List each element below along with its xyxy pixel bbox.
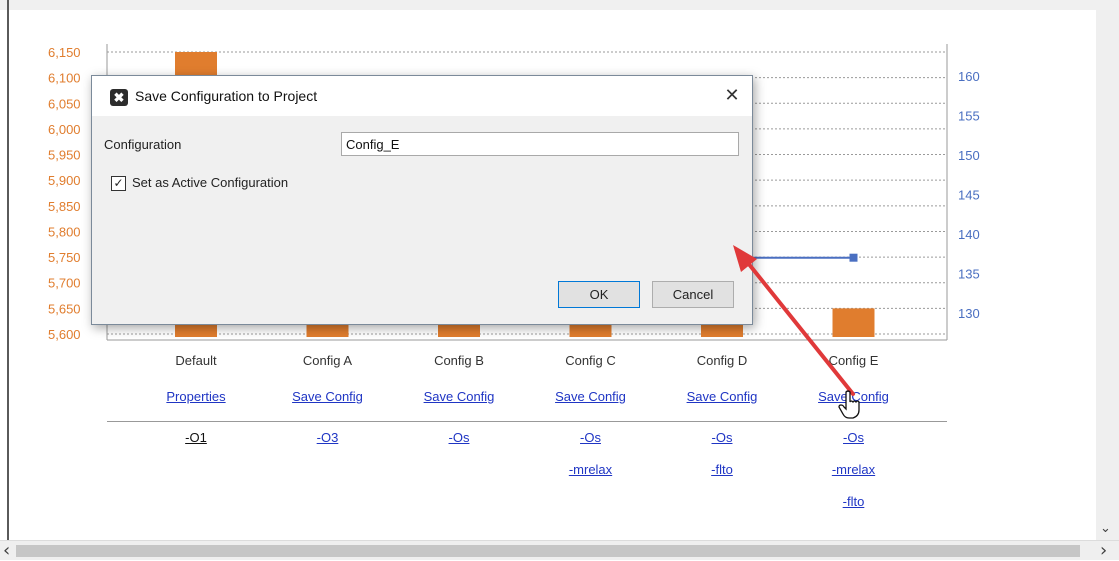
scroll-left-arrow-icon[interactable]: ‹ (3, 540, 10, 561)
hand-pointer-icon (838, 390, 860, 419)
annotation-arrow-icon (733, 245, 855, 396)
horizontal-scroll-thumb[interactable] (16, 545, 1080, 557)
scroll-right-arrow-icon[interactable]: › (1100, 540, 1107, 561)
